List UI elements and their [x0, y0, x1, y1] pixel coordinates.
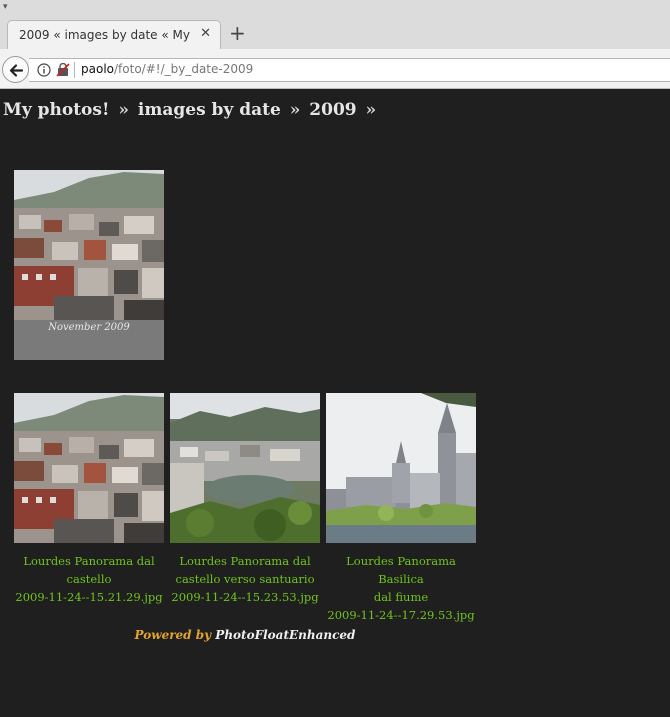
- photo-caption-3[interactable]: Lourdes Panorama Basilica dal fiume 2009…: [323, 552, 479, 624]
- photo-thumbnail-2[interactable]: [170, 393, 320, 543]
- breadcrumb-separator: »: [118, 100, 129, 120]
- caption-title-line1: Lourdes Panorama dal: [179, 554, 311, 568]
- album-thumbnail: [14, 170, 164, 320]
- back-button[interactable]: [2, 56, 29, 83]
- breadcrumb: My photos! » images by date » 2009 »: [3, 100, 379, 120]
- photo-image: [170, 393, 320, 543]
- caption-filename: 2009-11-24--15.23.53.jpg: [171, 590, 319, 604]
- album-card-november-2009[interactable]: November 2009: [14, 170, 164, 360]
- breadcrumb-year-link[interactable]: 2009: [309, 100, 356, 120]
- footer: Powered by PhotoFloatEnhanced: [0, 628, 490, 642]
- window-titlebar: ▾: [0, 0, 670, 17]
- breadcrumb-separator: »: [289, 100, 301, 120]
- url-path: /foto/#!/_by_date-2009: [114, 62, 254, 76]
- tab-strip: 2009 « images by date « My photos! ✕ +: [0, 17, 670, 50]
- window-menu-icon[interactable]: ▾: [3, 2, 8, 12]
- tab-title: 2009 « images by date « My photos!: [19, 28, 194, 42]
- url-bar[interactable]: paolo/foto/#!/_by_date-2009: [29, 58, 670, 82]
- album-label: November 2009: [48, 322, 130, 333]
- caption-filename: 2009-11-24--17.29.53.jpg: [327, 608, 475, 622]
- footer-brand-link[interactable]: PhotoFloatEnhanced: [215, 628, 355, 642]
- caption-title-line1: Lourdes Panorama Basilica: [346, 554, 456, 586]
- tab-close-icon[interactable]: ✕: [200, 26, 211, 41]
- url-host: paolo: [81, 62, 114, 76]
- url-divider: [74, 62, 75, 78]
- photo-caption-1[interactable]: Lourdes Panorama dal castello 2009-11-24…: [11, 552, 167, 606]
- photo-caption-2[interactable]: Lourdes Panorama dal castello verso sant…: [167, 552, 323, 606]
- footer-powered-by: Powered by: [134, 628, 212, 642]
- photo-image: [14, 393, 164, 543]
- photo-thumbnail-1[interactable]: [14, 393, 164, 543]
- back-arrow-icon: [9, 64, 24, 77]
- photo-image: [326, 393, 476, 543]
- caption-title-line2: castello: [66, 572, 112, 586]
- navigation-bar: paolo/foto/#!/_by_date-2009: [0, 49, 670, 89]
- breadcrumb-separator: »: [365, 100, 377, 120]
- info-icon[interactable]: [37, 63, 51, 77]
- url-text[interactable]: paolo/foto/#!/_by_date-2009: [81, 62, 253, 76]
- caption-title-line2: castello verso santuario: [175, 572, 315, 586]
- new-tab-button[interactable]: +: [229, 21, 246, 45]
- caption-title-line2: dal fiume: [373, 590, 429, 604]
- photo-thumbnail-3[interactable]: [326, 393, 476, 543]
- tab-active[interactable]: 2009 « images by date « My photos! ✕: [7, 20, 221, 50]
- caption-filename: 2009-11-24--15.21.29.jpg: [15, 590, 163, 604]
- tracking-protection-icon[interactable]: [56, 63, 70, 77]
- caption-title-line1: Lourdes Panorama dal: [23, 554, 155, 568]
- breadcrumb-home-link[interactable]: My photos!: [3, 100, 109, 120]
- breadcrumb-by-date-link[interactable]: images by date: [138, 100, 281, 120]
